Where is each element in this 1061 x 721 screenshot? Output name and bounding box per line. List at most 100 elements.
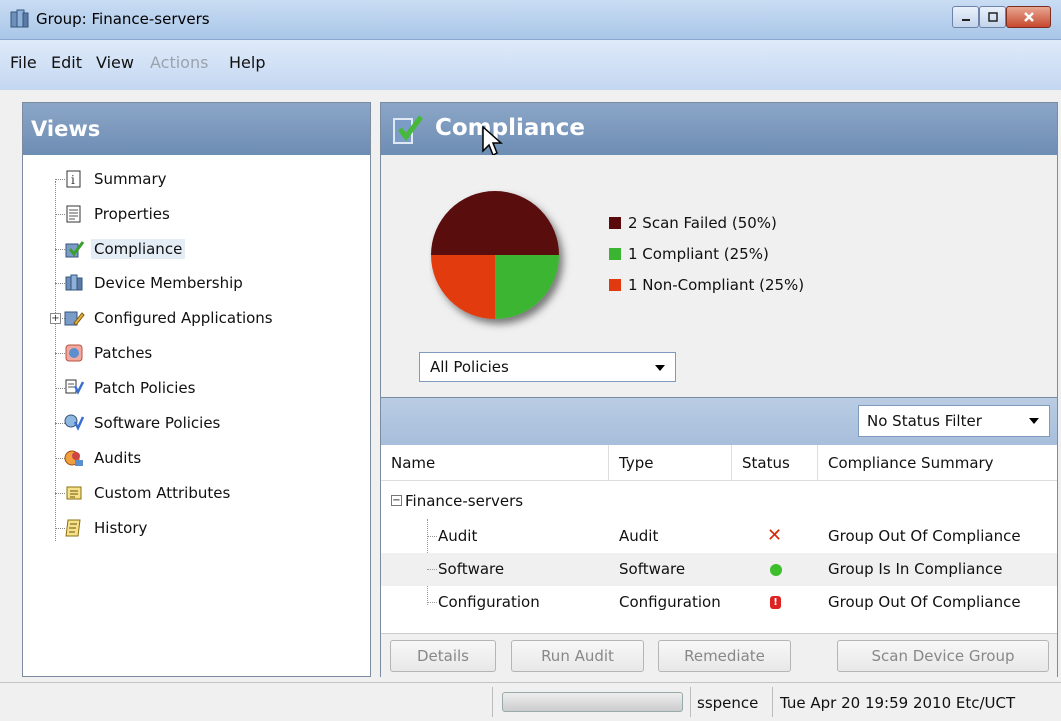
tree-item-history[interactable]: History	[63, 514, 150, 542]
configured-applications-icon	[63, 307, 85, 329]
column-header-status[interactable]: Status	[732, 445, 818, 481]
status-datetime: Tue Apr 20 19:59 2010 Etc/UCT	[780, 694, 1016, 712]
progress-bar	[502, 692, 683, 712]
row-type: Audit	[619, 527, 659, 545]
row-name: Software	[438, 560, 505, 578]
run-audit-button[interactable]: Run Audit	[511, 640, 644, 672]
column-header-type[interactable]: Type	[609, 445, 732, 481]
tree-item-software-policies[interactable]: Software Policies	[63, 409, 223, 437]
row-type: Software	[619, 560, 686, 578]
tree-item-custom-attributes[interactable]: Custom Attributes	[63, 479, 233, 507]
row-summary: Group Out Of Compliance	[828, 527, 1021, 545]
details-button[interactable]: Details	[390, 640, 496, 672]
tree-item-patches[interactable]: Patches	[63, 339, 155, 367]
column-header-name[interactable]: Name	[381, 445, 609, 481]
software-policies-icon	[63, 412, 85, 434]
views-title: Views	[31, 117, 101, 141]
warning-icon: !	[770, 596, 781, 609]
history-icon	[63, 517, 85, 539]
mouse-cursor-icon	[482, 125, 503, 157]
maximize-button[interactable]	[979, 6, 1006, 28]
views-panel: Views + i Summary Properties Compliance …	[22, 102, 371, 677]
pie-slice-compliant	[495, 255, 559, 319]
tree-item-patch-policies[interactable]: Patch Policies	[63, 374, 198, 402]
error-x-icon: ✕	[767, 525, 783, 546]
minimize-icon	[961, 19, 970, 21]
tree-item-configured-applications[interactable]: Configured Applications	[63, 304, 276, 332]
legend-swatch	[609, 216, 621, 229]
row-name: Configuration	[438, 593, 540, 611]
window-title: Group: Finance-servers	[36, 10, 210, 28]
legend-item-non-compliant: 1 Non-Compliant (25%)	[609, 269, 804, 300]
pie-slice-scan-failed	[431, 191, 559, 255]
column-header-compliance-summary[interactable]: Compliance Summary	[818, 445, 1059, 481]
views-header: Views	[23, 103, 370, 155]
legend-swatch	[609, 278, 621, 291]
summary-icon: i	[63, 168, 85, 190]
legend-item-scan-failed: 2 Scan Failed (50%)	[609, 207, 804, 238]
status-filter-dropdown[interactable]: No Status Filter	[858, 405, 1050, 437]
maximize-icon	[987, 12, 998, 22]
views-tree: + i Summary Properties Compliance Device…	[23, 155, 370, 676]
audits-icon	[63, 447, 85, 469]
tree-item-device-membership[interactable]: Device Membership	[63, 269, 246, 297]
status-user: sspence	[697, 694, 759, 712]
compliance-title: Compliance	[435, 115, 586, 141]
menu-view[interactable]: View	[96, 53, 134, 72]
status-bar: sspence Tue Apr 20 19:59 2010 Etc/UCT	[0, 682, 1061, 721]
table-row[interactable]: Audit Audit ✕ Group Out Of Compliance	[381, 520, 1057, 553]
tree-item-properties[interactable]: Properties	[63, 200, 173, 228]
expand-configured-applications[interactable]: +	[50, 313, 61, 324]
status-filter-value: No Status Filter	[867, 412, 982, 430]
action-buttons: Details Run Audit Remediate Scan Device …	[381, 633, 1057, 678]
menu-file[interactable]: File	[10, 53, 37, 72]
patch-policies-icon	[63, 377, 85, 399]
menu-bar: File Edit View Actions Help	[0, 40, 1061, 90]
server-group-icon	[10, 9, 29, 28]
row-summary: Group Out Of Compliance	[828, 593, 1021, 611]
device-membership-icon	[63, 272, 85, 294]
row-type: Configuration	[619, 593, 721, 611]
compliance-icon	[393, 115, 423, 144]
chevron-down-icon	[655, 365, 665, 371]
legend-swatch	[609, 247, 621, 260]
legend-item-compliant: 1 Compliant (25%)	[609, 238, 804, 269]
compliant-dot-icon	[770, 564, 782, 576]
tree-item-audits[interactable]: Audits	[63, 444, 144, 472]
close-icon	[1023, 12, 1034, 22]
custom-attributes-icon	[63, 482, 85, 504]
compliance-pie-chart	[431, 191, 559, 319]
table-toolbar: No Status Filter	[381, 397, 1057, 445]
tree-item-summary[interactable]: i Summary	[63, 165, 170, 193]
tree-item-compliance[interactable]: Compliance	[63, 235, 186, 263]
table-header: Name Type Status Compliance Summary	[381, 445, 1057, 481]
properties-icon	[63, 203, 85, 225]
remediate-button[interactable]: Remediate	[658, 640, 791, 672]
chevron-down-icon	[1029, 418, 1039, 424]
menu-actions[interactable]: Actions	[150, 53, 208, 72]
scan-device-group-button[interactable]: Scan Device Group	[837, 640, 1049, 672]
svg-text:i: i	[71, 173, 75, 187]
title-bar: Group: Finance-servers	[0, 0, 1061, 40]
compliance-icon	[63, 238, 85, 260]
patches-icon	[63, 342, 85, 364]
pie-slice-non-compliant	[431, 255, 495, 319]
menu-edit[interactable]: Edit	[51, 53, 82, 72]
group-name: Finance-servers	[405, 492, 524, 510]
compliance-header: Compliance	[381, 103, 1057, 157]
row-name: Audit	[438, 527, 478, 545]
chart-legend: 2 Scan Failed (50%) 1 Compliant (25%) 1 …	[609, 207, 804, 300]
table-row[interactable]: Configuration Configuration ! Group Out …	[381, 586, 1057, 619]
policy-filter-value: All Policies	[430, 358, 509, 376]
minimize-button[interactable]	[952, 6, 979, 28]
row-summary: Group Is In Compliance	[828, 560, 1003, 578]
compliance-chart: 2 Scan Failed (50%) 1 Compliant (25%) 1 …	[381, 155, 1057, 388]
close-button[interactable]	[1006, 6, 1051, 28]
collapse-icon[interactable]: −	[391, 495, 402, 506]
table-row[interactable]: Software Software Group Is In Compliance	[381, 553, 1057, 586]
table-row-group[interactable]: − Finance-servers	[381, 485, 1057, 518]
menu-help[interactable]: Help	[229, 53, 265, 72]
policy-filter-dropdown[interactable]: All Policies	[419, 352, 676, 382]
compliance-panel: Compliance 2 Scan Failed (50%) 1 Complia…	[380, 102, 1058, 678]
compliance-table: Name Type Status Compliance Summary − Fi…	[381, 445, 1057, 633]
